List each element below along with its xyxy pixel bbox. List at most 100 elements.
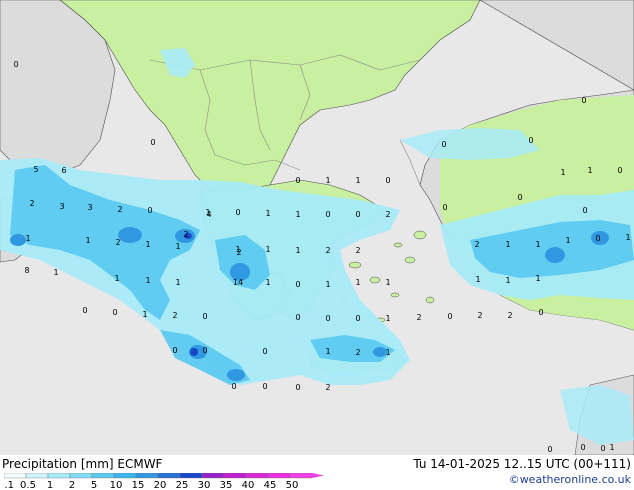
point-value-label: 0 <box>617 166 622 175</box>
legend-tick-label: 45 <box>264 480 277 489</box>
legend-overflow-arrow <box>312 473 324 478</box>
point-value-label: 14 <box>233 278 243 287</box>
point-value-label: 2 <box>385 210 390 219</box>
point-value-label: 0 <box>547 445 552 454</box>
point-value-label: 0 <box>528 136 533 145</box>
legend-swatch <box>47 473 71 479</box>
precipitation-map: 0001100001100000562332011211101100281111… <box>0 0 634 455</box>
point-value-label: 0 <box>147 206 152 215</box>
legend-tick-label: 1 <box>47 480 53 489</box>
point-value-label: 2 <box>355 348 360 357</box>
point-value-label: 1 <box>565 236 570 245</box>
point-value-label: 4 <box>206 210 211 219</box>
legend-tick-label: 5 <box>91 480 97 489</box>
legend-swatch <box>223 473 247 479</box>
point-value-label: 0 <box>262 382 267 391</box>
point-value-label: 1 <box>385 278 390 287</box>
point-value-label: 1 <box>114 274 119 283</box>
point-value-label: 1 <box>265 245 270 254</box>
point-value-label: 1 <box>535 274 540 283</box>
legend-tick-label: 2 <box>69 480 75 489</box>
point-value-label: 1 <box>475 275 480 284</box>
point-value-label: 0 <box>295 280 300 289</box>
legend-title: Precipitation [mm] ECMWF <box>2 457 163 471</box>
point-value-label: 2 <box>117 205 122 214</box>
point-value-label: 2 <box>325 246 330 255</box>
legend-tick-label: 30 <box>198 480 211 489</box>
legend-swatch <box>157 473 181 479</box>
point-value-label: 0 <box>295 176 300 185</box>
point-value-label: 0 <box>262 347 267 356</box>
legend-colorbar: 0.10.5125101520253035404550 <box>4 473 324 489</box>
point-value-label: 1 <box>175 242 180 251</box>
point-value-label: 0 <box>235 208 240 217</box>
point-value-label: 1 <box>505 240 510 249</box>
point-value-label: 0 <box>172 346 177 355</box>
legend-swatch <box>91 473 115 479</box>
point-value-label: 0 <box>595 234 600 243</box>
point-value-label: 0 <box>295 313 300 322</box>
point-value-label: 0 <box>231 382 236 391</box>
point-value-label: 0 <box>325 210 330 219</box>
point-value-label: 0 <box>441 140 446 149</box>
point-value-label: 1 <box>295 210 300 219</box>
point-value-label: 0 <box>295 383 300 392</box>
legend-tick-label: 25 <box>176 480 189 489</box>
point-value-label: 1 <box>625 233 630 242</box>
legend-swatch <box>135 473 159 479</box>
point-value-label: 0 <box>580 443 585 452</box>
legend-swatch <box>4 473 27 479</box>
credit-link[interactable]: ©weatheronline.co.uk <box>509 473 631 487</box>
point-value-label: 0 <box>13 60 18 69</box>
point-value-label: 8 <box>24 266 29 275</box>
point-value-label: 2 <box>172 311 177 320</box>
point-value-label: 1 <box>175 278 180 287</box>
legend-swatch <box>201 473 225 479</box>
forecast-timestamp: Tu 14-01-2025 12..15 UTC (00+111) <box>413 457 631 471</box>
point-value-label: 0 <box>355 210 360 219</box>
point-value-label: 1 <box>560 168 565 177</box>
point-value-label: 1 <box>385 314 390 323</box>
point-value-label: 0 <box>355 314 360 323</box>
point-value-label: 1 <box>145 240 150 249</box>
point-value-label: 3 <box>59 202 64 211</box>
point-value-label: 0 <box>517 193 522 202</box>
point-value-label: 2 <box>236 248 241 257</box>
legend-tick-label: 50 <box>286 480 299 489</box>
legend-tick-label: 0.1 <box>4 480 14 489</box>
point-value-label: 1 <box>385 348 390 357</box>
legend-tick-label: 15 <box>132 480 145 489</box>
point-value-label: 2 <box>29 199 34 208</box>
point-value-label: 2 <box>183 230 188 239</box>
legend-tick-label: 20 <box>154 480 167 489</box>
point-value-label: 1 <box>505 276 510 285</box>
point-value-label: 2 <box>416 313 421 322</box>
point-value-label: 1 <box>325 176 330 185</box>
point-value-label: 2 <box>507 311 512 320</box>
point-value-label: 0 <box>385 176 390 185</box>
point-value-label: 1 <box>535 240 540 249</box>
legend-tick-label: 10 <box>110 480 123 489</box>
point-value-label: 2 <box>115 238 120 247</box>
point-value-label: 0 <box>447 312 452 321</box>
point-value-label: 1 <box>325 280 330 289</box>
point-value-label: 0 <box>442 203 447 212</box>
legend-swatch <box>289 473 313 479</box>
point-value-label: 1 <box>85 236 90 245</box>
legend-swatch <box>25 473 49 479</box>
point-value-label: 0 <box>150 138 155 147</box>
legend-swatch <box>179 473 203 479</box>
legend-tick-label: 40 <box>242 480 255 489</box>
point-value-label: 3 <box>87 203 92 212</box>
point-value-label: 1 <box>609 443 614 452</box>
point-value-label: 1 <box>53 268 58 277</box>
point-value-label: 2 <box>355 246 360 255</box>
point-value-label: 1 <box>265 209 270 218</box>
point-value-label: 0 <box>581 96 586 105</box>
point-value-label: 2 <box>474 240 479 249</box>
legend-swatch <box>267 473 291 479</box>
point-value-label: 0 <box>112 308 117 317</box>
point-value-label: 0 <box>538 308 543 317</box>
point-value-label: 2 <box>325 383 330 392</box>
point-value-label: 5 <box>33 165 38 174</box>
